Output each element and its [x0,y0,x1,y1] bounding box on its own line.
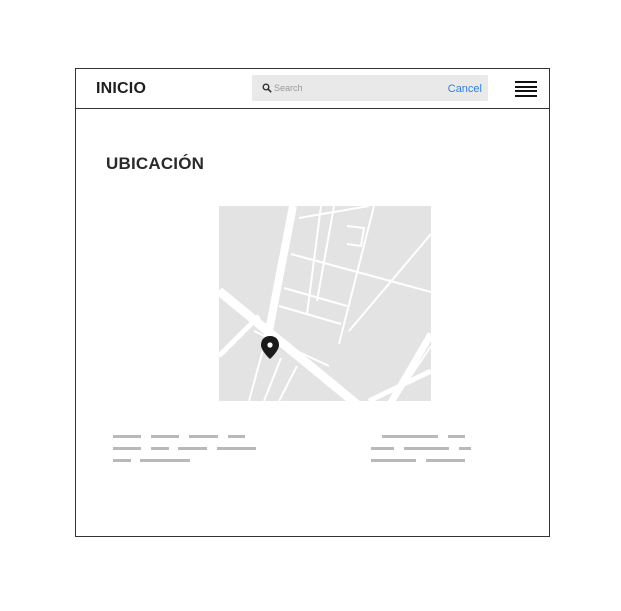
search-bar[interactable]: Cancel [252,75,488,101]
map-streets [219,206,431,401]
search-input[interactable] [274,79,424,97]
top-nav-bar: INICIO Cancel [76,69,549,109]
search-icon [262,83,272,93]
page-title: UBICACIÓN [106,154,205,173]
location-map[interactable] [219,206,431,401]
cancel-button[interactable]: Cancel [448,83,482,95]
location-pin-icon[interactable] [261,336,279,359]
page-frame: INICIO Cancel UBICACIÓN [75,68,550,537]
home-link[interactable]: INICIO [96,80,146,98]
hamburger-menu-icon[interactable] [515,81,537,97]
